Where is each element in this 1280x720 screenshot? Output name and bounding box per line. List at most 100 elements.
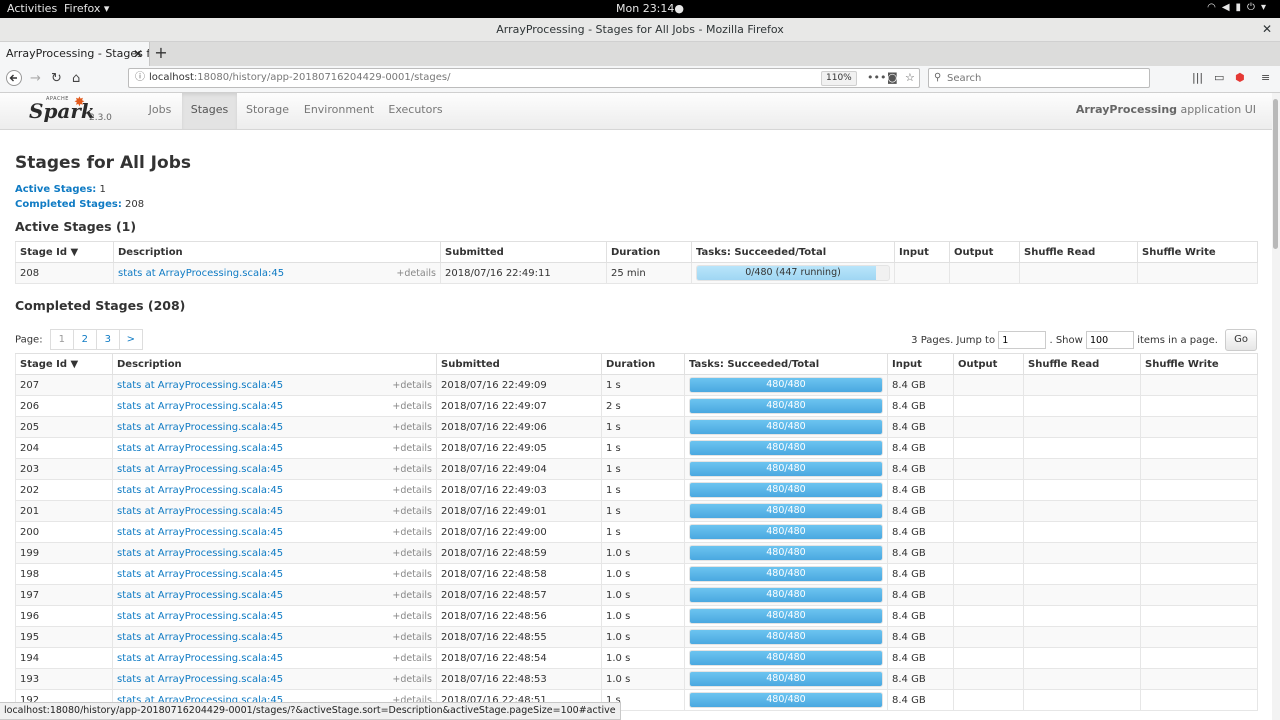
nav-storage[interactable]: Storage xyxy=(240,93,295,129)
column-header[interactable]: Stage Id ▼ xyxy=(15,241,114,263)
column-header[interactable]: Submitted xyxy=(436,353,602,375)
cell-id: 207 xyxy=(15,374,113,396)
column-header[interactable]: Description xyxy=(112,353,437,375)
menu-icon[interactable]: ≡ xyxy=(1261,71,1270,84)
stage-description-link[interactable]: stats at ArrayProcessing.scala:45 xyxy=(117,653,283,664)
column-header[interactable]: Stage Id ▼ xyxy=(15,353,113,375)
stage-description-link[interactable]: stats at ArrayProcessing.scala:45 xyxy=(118,268,284,279)
stage-description-link[interactable]: stats at ArrayProcessing.scala:45 xyxy=(117,485,283,496)
nav-jobs[interactable]: Jobs xyxy=(140,93,180,129)
completed-stage-row: 201 +details stats at ArrayProcessing.scal… xyxy=(15,500,1258,522)
site-info-icon[interactable]: ⓘ xyxy=(135,69,145,87)
column-header[interactable]: Tasks: Succeeded/Total xyxy=(684,353,888,375)
page-link-3[interactable]: 3 xyxy=(97,330,120,349)
activities-button[interactable]: Activities xyxy=(7,2,57,15)
address-bar[interactable]: ⓘ localhost:18080/history/app-2018071620… xyxy=(128,68,920,88)
close-window-button[interactable]: ✕ xyxy=(1262,18,1272,41)
completed-stages-link[interactable]: Completed Stages: xyxy=(15,199,122,210)
stage-description-link[interactable]: stats at ArrayProcessing.scala:45 xyxy=(117,590,283,601)
sidebar-icon[interactable]: ▭ xyxy=(1214,71,1224,84)
details-toggle[interactable]: +details xyxy=(392,527,432,538)
page-link-1[interactable]: 1 xyxy=(51,330,74,349)
column-header[interactable]: Submitted xyxy=(440,241,607,263)
details-toggle[interactable]: +details xyxy=(392,674,432,685)
pocket-icon[interactable]: ◙ xyxy=(887,69,898,87)
column-header[interactable]: Description xyxy=(113,241,441,263)
column-header[interactable]: Input xyxy=(887,353,954,375)
cell-shuffle-read xyxy=(1023,563,1141,585)
details-toggle[interactable]: +details xyxy=(392,401,432,412)
cell-input: 8.4 GB xyxy=(887,416,954,438)
stage-description-link[interactable]: stats at ArrayProcessing.scala:45 xyxy=(117,506,283,517)
power-icon: ⏻ xyxy=(1247,2,1261,13)
stage-description-link[interactable]: stats at ArrayProcessing.scala:45 xyxy=(117,569,283,580)
details-toggle[interactable]: +details xyxy=(392,506,432,517)
nav-environment[interactable]: Environment xyxy=(302,93,376,129)
column-header[interactable]: Shuffle Read xyxy=(1023,353,1141,375)
details-toggle[interactable]: +details xyxy=(392,590,432,601)
nav-stages[interactable]: Stages xyxy=(182,93,237,129)
details-toggle[interactable]: +details xyxy=(392,443,432,454)
column-header[interactable]: Input xyxy=(894,241,950,263)
page-link-2[interactable]: 2 xyxy=(74,330,97,349)
details-toggle[interactable]: +details xyxy=(392,380,432,391)
home-button[interactable]: ⌂ xyxy=(72,70,80,88)
stage-description-link[interactable]: stats at ArrayProcessing.scala:45 xyxy=(117,422,283,433)
url-text[interactable]: localhost:18080/history/app-201807162044… xyxy=(149,69,450,87)
stage-description-link[interactable]: stats at ArrayProcessing.scala:45 xyxy=(117,548,283,559)
column-header[interactable]: Output xyxy=(953,353,1024,375)
column-header[interactable]: Output xyxy=(949,241,1020,263)
page-scrollbar[interactable] xyxy=(1272,93,1280,720)
details-toggle[interactable]: +details xyxy=(392,548,432,559)
stage-description-link[interactable]: stats at ArrayProcessing.scala:45 xyxy=(117,380,283,391)
reload-button[interactable]: ↻ xyxy=(51,70,62,88)
stage-description-link[interactable]: stats at ArrayProcessing.scala:45 xyxy=(117,674,283,685)
details-toggle[interactable]: +details xyxy=(392,611,432,622)
details-toggle[interactable]: +details xyxy=(396,268,436,279)
system-tray[interactable]: ◠◀▮⏻▾ xyxy=(1207,2,1272,13)
column-header[interactable]: Shuffle Write xyxy=(1140,353,1258,375)
search-bar[interactable]: ⚲ xyxy=(928,68,1150,88)
back-button[interactable] xyxy=(6,70,22,92)
column-header[interactable]: Tasks: Succeeded/Total xyxy=(691,241,895,263)
go-button[interactable]: Go xyxy=(1225,329,1257,351)
page-actions-icon[interactable]: ••• xyxy=(867,69,886,87)
bookmark-star-icon[interactable]: ☆ xyxy=(905,69,915,87)
clock[interactable]: Mon 23:14● xyxy=(616,2,684,15)
new-tab-button[interactable]: + xyxy=(153,42,169,66)
active-stages-heading[interactable]: Active Stages (1) xyxy=(15,219,136,234)
column-header[interactable]: Shuffle Write xyxy=(1137,241,1258,263)
details-toggle[interactable]: +details xyxy=(392,653,432,664)
adblock-icon[interactable]: ⬢ xyxy=(1235,71,1245,84)
nav-executors[interactable]: Executors xyxy=(384,93,447,129)
page-size-input[interactable] xyxy=(1086,331,1134,349)
stage-description-link[interactable]: stats at ArrayProcessing.scala:45 xyxy=(117,401,283,412)
details-toggle[interactable]: +details xyxy=(392,569,432,580)
spark-logo[interactable]: APACHE Spark ✸ 2.3.0 xyxy=(28,95,112,127)
completed-stages-heading[interactable]: Completed Stages (208) xyxy=(15,298,185,313)
column-header[interactable]: Shuffle Read xyxy=(1019,241,1138,263)
stage-description-link[interactable]: stats at ArrayProcessing.scala:45 xyxy=(117,632,283,643)
stage-description-link[interactable]: stats at ArrayProcessing.scala:45 xyxy=(117,527,283,538)
column-header[interactable]: Duration xyxy=(601,353,685,375)
search-input[interactable] xyxy=(947,70,1137,86)
page-number-input[interactable] xyxy=(998,331,1047,349)
next-page-link[interactable]: > xyxy=(120,330,142,349)
scrollbar-thumb[interactable] xyxy=(1273,99,1278,249)
details-toggle[interactable]: +details xyxy=(392,485,432,496)
app-menu[interactable]: Firefox ▾ xyxy=(64,2,109,15)
zoom-indicator[interactable]: 110% xyxy=(821,71,857,86)
forward-button[interactable]: → xyxy=(30,70,41,88)
stage-description-link[interactable]: stats at ArrayProcessing.scala:45 xyxy=(117,464,283,475)
details-toggle[interactable]: +details xyxy=(392,464,432,475)
cell-submitted: 2018/07/16 22:49:05 xyxy=(436,437,602,459)
library-icon[interactable]: ||| xyxy=(1192,71,1203,84)
browser-tab[interactable]: ArrayProcessing - Stages for ✕ xyxy=(0,42,150,66)
stage-description-link[interactable]: stats at ArrayProcessing.scala:45 xyxy=(117,443,283,454)
column-header[interactable]: Duration xyxy=(606,241,692,263)
stage-description-link[interactable]: stats at ArrayProcessing.scala:45 xyxy=(117,611,283,622)
details-toggle[interactable]: +details xyxy=(392,632,432,643)
close-tab-icon[interactable]: ✕ xyxy=(133,42,143,66)
details-toggle[interactable]: +details xyxy=(392,422,432,433)
active-stages-link[interactable]: Active Stages: xyxy=(15,184,96,195)
